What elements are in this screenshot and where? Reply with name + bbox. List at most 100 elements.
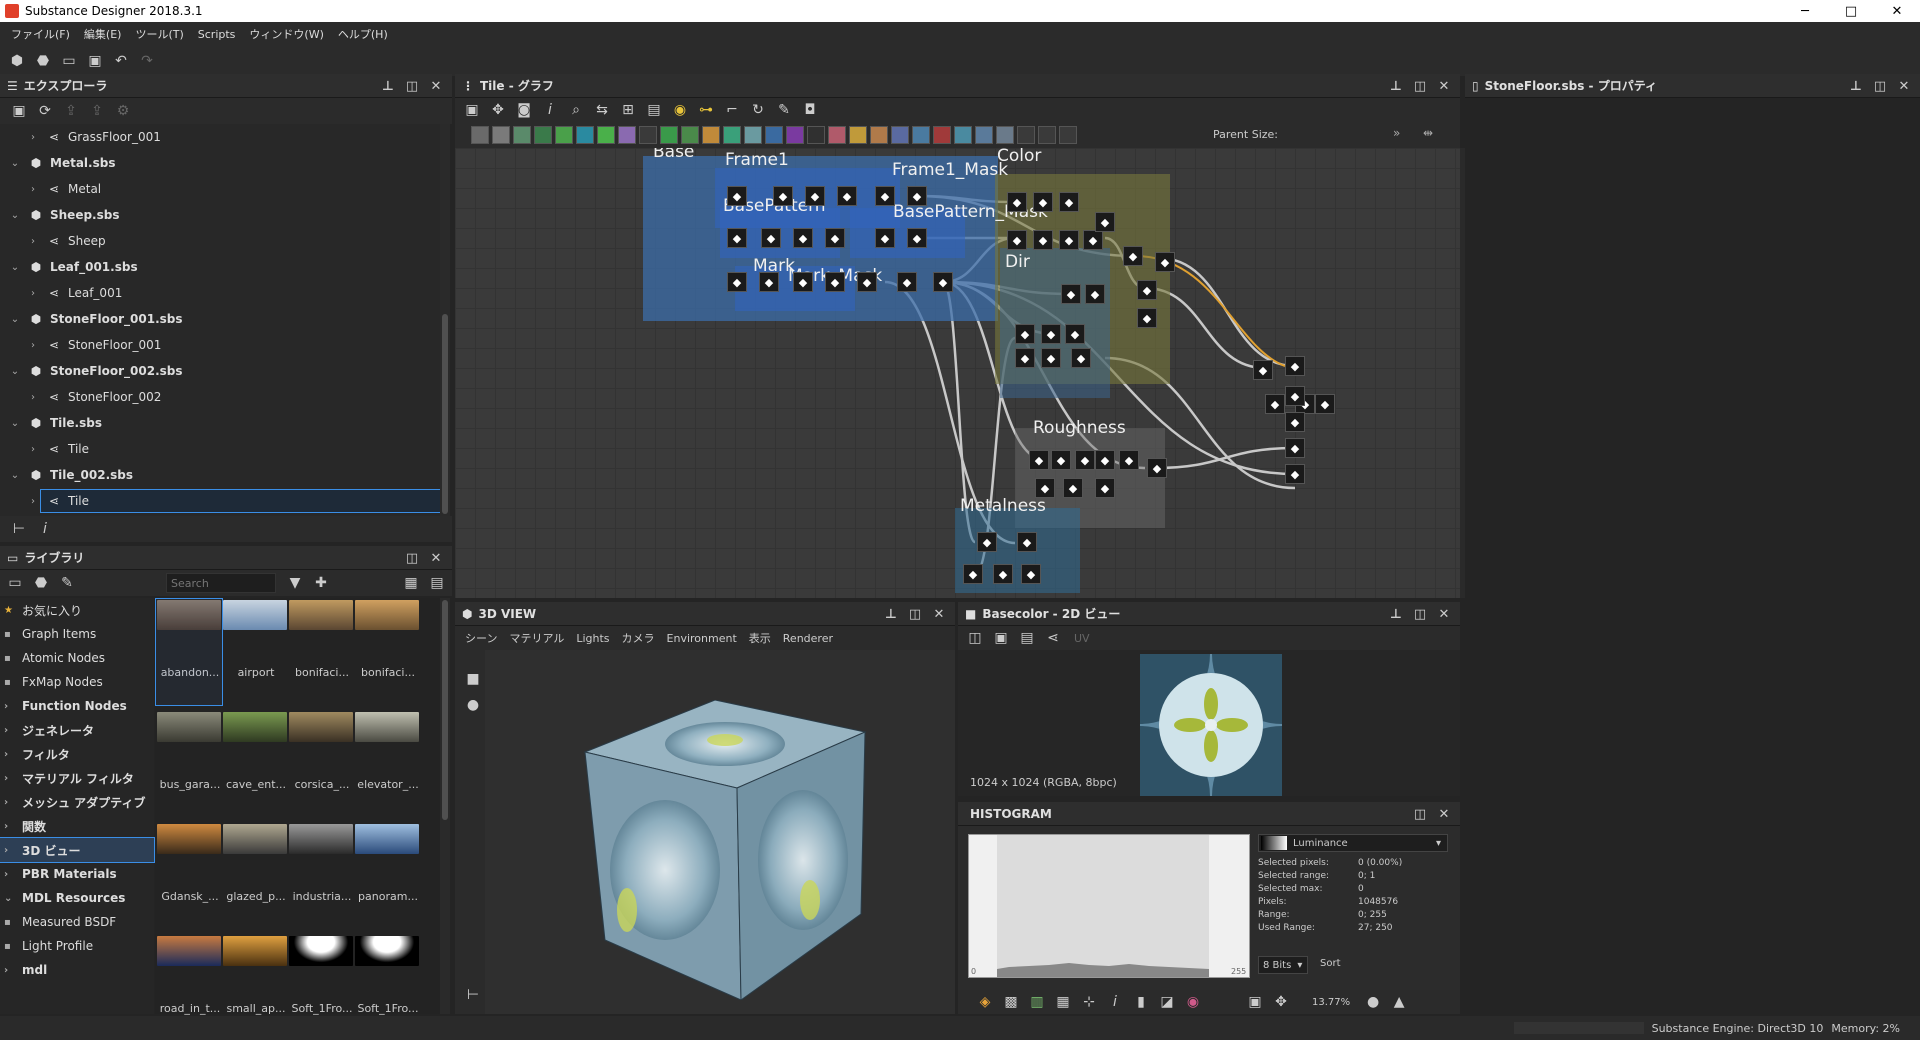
graph-node[interactable]: ◆	[977, 532, 997, 552]
pin-icon[interactable]: ⊥	[1384, 79, 1408, 94]
menu-tools[interactable]: ツール(T)	[135, 26, 183, 42]
graph-node[interactable]: ◆	[897, 272, 917, 292]
explorer-package[interactable]: ⌄ ⬢ Tile_002.sbs	[0, 462, 445, 488]
library-scrollbar[interactable]	[440, 598, 450, 1014]
hdr-thumbnail[interactable]	[355, 824, 419, 854]
view3d-menu-item[interactable]: マテリアル	[509, 630, 564, 646]
open-folder-icon[interactable]: ▭	[60, 52, 78, 70]
view2d-viewport[interactable]: 1024 x 1024 (RGBA, 8bpc)	[958, 650, 1460, 796]
float-icon[interactable]: ◫	[1408, 607, 1432, 622]
graph-node[interactable]: ◆	[727, 228, 747, 248]
hierarchy-icon[interactable]: ⊞	[619, 101, 637, 119]
view3d-menu-item[interactable]: カメラ	[622, 630, 655, 646]
bits-dropdown[interactable]: 8 Bits ▾	[1258, 956, 1308, 974]
library-category[interactable]: ⌄ MDL Resources	[0, 886, 154, 910]
node-palette-item[interactable]	[954, 126, 972, 144]
library-category[interactable]: › mdl	[0, 958, 154, 982]
edit-icon[interactable]: ✎	[58, 574, 76, 592]
scrollbar-thumb[interactable]	[442, 600, 448, 820]
zoom-level[interactable]: 13.77%	[1312, 997, 1350, 1008]
graph-node[interactable]: ◆	[727, 186, 747, 206]
graph-node[interactable]: ◆	[1137, 280, 1157, 300]
chevron-right-icon[interactable]: ›	[26, 340, 40, 351]
library-category[interactable]: › ジェネレータ	[0, 718, 154, 742]
hdr-thumbnail[interactable]	[157, 824, 221, 854]
view3d-menu-item[interactable]: Renderer	[783, 632, 833, 645]
close-button[interactable]: ✕	[1874, 0, 1920, 22]
node-palette-item[interactable]	[1038, 126, 1056, 144]
add-filter-icon[interactable]: ✚	[312, 574, 330, 592]
graph-node[interactable]: ◆	[1155, 252, 1175, 272]
hdr-thumbnail[interactable]	[223, 936, 287, 966]
library-category[interactable]: ▪ Atomic Nodes	[0, 646, 154, 670]
node-palette-item[interactable]	[1017, 126, 1035, 144]
uv-dropdown[interactable]: UV	[1074, 632, 1090, 645]
node-palette-item[interactable]	[807, 126, 825, 144]
info-icon[interactable]: i	[1106, 993, 1124, 1011]
new-package-icon[interactable]: ⬢	[8, 52, 26, 70]
close-icon[interactable]: ✕	[424, 551, 448, 566]
color-wheel-icon[interactable]: ◉	[1184, 993, 1202, 1011]
close-icon[interactable]: ✕	[1432, 807, 1456, 822]
hdr-thumbnail[interactable]	[223, 712, 287, 742]
node-palette-item[interactable]	[723, 126, 741, 144]
node-palette-item[interactable]	[492, 126, 510, 144]
view3d-menu-item[interactable]: Environment	[667, 632, 737, 645]
graph-node[interactable]: ◆	[907, 186, 927, 206]
graph-node[interactable]: ◆	[1071, 348, 1091, 368]
graph-node[interactable]: ◆	[875, 228, 895, 248]
lock-icon[interactable]: ▲	[1390, 993, 1408, 1011]
graph-node[interactable]: ◆	[1285, 356, 1305, 376]
chevron-right-icon[interactable]: ›	[26, 184, 40, 195]
hdr-thumbnail[interactable]	[355, 600, 419, 630]
graph-node[interactable]: ◆	[1285, 438, 1305, 458]
tree-icon[interactable]: ⊢	[464, 986, 482, 1004]
node-palette-item[interactable]	[744, 126, 762, 144]
explorer-graph[interactable]: › ⋖ StoneFloor_001	[0, 332, 445, 358]
graph-node[interactable]: ◆	[1021, 564, 1041, 584]
node-palette-item[interactable]	[513, 126, 531, 144]
explorer-package[interactable]: ⌄ ⬢ Leaf_001.sbs	[0, 254, 445, 280]
graph-node[interactable]: ◆	[825, 228, 845, 248]
graph-node[interactable]: ◆	[1035, 478, 1055, 498]
node-palette-item[interactable]	[996, 126, 1014, 144]
node-palette-item[interactable]	[1059, 126, 1077, 144]
node-palette-item[interactable]	[660, 126, 678, 144]
search-icon[interactable]: ⌕	[567, 101, 585, 119]
slider-icon[interactable]: ⇹	[1423, 126, 1433, 140]
node-palette-item[interactable]	[618, 126, 636, 144]
library-category[interactable]: › Function Nodes	[0, 694, 154, 718]
chevron-down-icon[interactable]: ⌄	[8, 158, 22, 169]
graph-node[interactable]: ◆	[1075, 450, 1095, 470]
close-icon[interactable]: ✕	[1432, 607, 1456, 622]
connect-icon[interactable]: ⊶	[697, 101, 715, 119]
hdr-thumbnail[interactable]	[157, 936, 221, 966]
explorer-package[interactable]: ⌄ ⬢ StoneFloor_002.sbs	[0, 358, 445, 384]
float-icon[interactable]: ◫	[400, 551, 424, 566]
graph-node[interactable]: ◆	[1007, 230, 1027, 250]
float-icon[interactable]: ◫	[400, 79, 424, 94]
node-palette-item[interactable]	[681, 126, 699, 144]
node-palette-item[interactable]	[702, 126, 720, 144]
menu-help[interactable]: ヘルプ(H)	[338, 26, 388, 42]
graph-node[interactable]: ◆	[1061, 284, 1081, 304]
node-palette-item[interactable]	[471, 126, 489, 144]
export-icon[interactable]: ⇪	[88, 102, 106, 120]
display-icon[interactable]: ◪	[1158, 993, 1176, 1011]
explorer-graph[interactable]: › ⋖ GrassFloor_001	[0, 124, 445, 150]
menu-file[interactable]: ファイル(F)	[11, 26, 70, 42]
library-category[interactable]: ★ お気に入り	[0, 598, 154, 622]
chevron-down-icon[interactable]: ⌄	[8, 210, 22, 221]
add-package-icon[interactable]: ⬣	[32, 574, 50, 592]
menu-window[interactable]: ウィンドウ(W)	[249, 26, 323, 42]
graph-node[interactable]: ◆	[837, 186, 857, 206]
explorer-graph[interactable]: › ⋖ Sheep	[0, 228, 445, 254]
close-icon[interactable]: ✕	[1892, 79, 1916, 94]
explorer-package[interactable]: ⌄ ⬢ Tile.sbs	[0, 410, 445, 436]
explorer-scrollbar[interactable]	[440, 124, 450, 516]
graph-node[interactable]: ◆	[907, 228, 927, 248]
chevron-right-icon[interactable]: ›	[26, 392, 40, 403]
chevron-down-icon[interactable]: ⌄	[8, 418, 22, 429]
explorer-graph[interactable]: › ⋖ Tile	[0, 436, 445, 462]
graph-node[interactable]: ◆	[1095, 478, 1115, 498]
